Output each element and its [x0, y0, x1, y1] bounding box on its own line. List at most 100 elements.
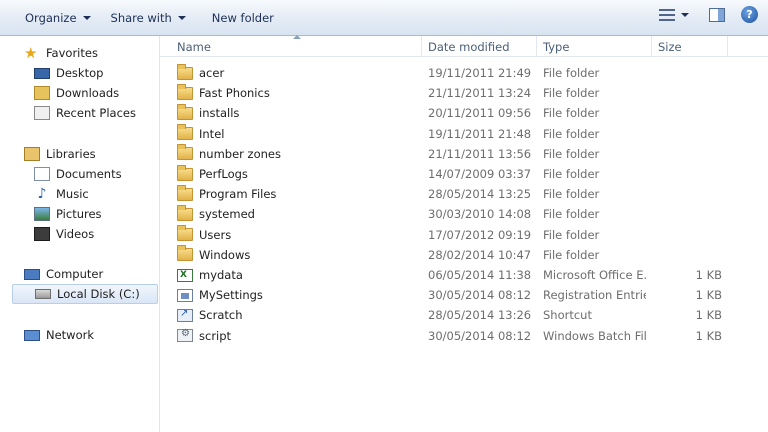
- file-row[interactable]: Windows 28/02/2014 10:47 File folder: [160, 245, 768, 265]
- nav-item-recent-places[interactable]: Recent Places: [34, 103, 159, 123]
- folder-icon: [177, 124, 193, 141]
- desktop-icon: [34, 67, 50, 79]
- column-name[interactable]: Name: [160, 36, 422, 57]
- excel-icon: [177, 268, 193, 282]
- preview-pane-icon[interactable]: [709, 7, 725, 22]
- file-row[interactable]: script 30/05/2014 08:12 Windows Batch File…: [160, 326, 768, 346]
- file-row[interactable]: installs 20/11/2011 09:56 File folder: [160, 103, 768, 123]
- nav-item-local-disk[interactable]: Local Disk (C:): [12, 284, 158, 304]
- file-name-cell: acer: [177, 63, 224, 80]
- nav-item-music[interactable]: ♪ Music: [34, 184, 159, 204]
- file-row[interactable]: Program Files 28/05/2014 13:25 File folder: [160, 184, 768, 204]
- file-date: 21/11/2011 13:24: [428, 86, 532, 101]
- file-date: 06/05/2014 11:38: [428, 268, 532, 282]
- organize-label: Organize: [25, 10, 77, 25]
- documents-icon: [34, 167, 50, 181]
- column-date-modified[interactable]: Date modified: [422, 36, 537, 57]
- nav-item-desktop[interactable]: Desktop: [34, 63, 159, 83]
- file-row[interactable]: Scratch 28/05/2014 13:26 Shortcut 1 KB: [160, 305, 768, 325]
- file-date: 14/07/2009 03:37: [428, 167, 532, 181]
- file-type: Registration Entries: [543, 288, 646, 303]
- file-row[interactable]: Users 17/07/2012 09:19 File folder: [160, 225, 768, 245]
- file-name-cell: Fast Phonics: [177, 83, 270, 100]
- file-name-cell: MySettings: [177, 288, 263, 302]
- folder-icon: [177, 245, 193, 262]
- file-size: 1 KB: [695, 328, 722, 343]
- file-row[interactable]: Fast Phonics 21/11/2011 13:24 File folder: [160, 83, 768, 103]
- file-type: Windows Batch File: [543, 328, 646, 343]
- file-size: 1 KB: [695, 308, 722, 323]
- folder-icon: [177, 164, 193, 181]
- file-date: 30/05/2014 08:12: [428, 328, 532, 343]
- folder-icon: [177, 225, 193, 242]
- file-name-cell: Scratch: [177, 308, 243, 322]
- share-with-button[interactable]: Share with: [103, 6, 194, 30]
- shortcut-icon: [177, 308, 193, 322]
- videos-icon: [34, 227, 50, 241]
- folder-icon: [177, 63, 193, 80]
- file-date: 19/11/2011 21:49: [428, 66, 532, 80]
- chevron-down-icon: [177, 15, 186, 20]
- bat-icon: [177, 328, 193, 343]
- file-name: mydata: [199, 268, 243, 282]
- nav-label: Favorites: [46, 46, 98, 60]
- column-size[interactable]: Size: [652, 36, 728, 57]
- file-date: 28/05/2014 13:26: [428, 308, 532, 323]
- chevron-down-icon[interactable]: [681, 12, 689, 17]
- file-row[interactable]: MySettings 30/05/2014 08:12 Registration E…: [160, 285, 768, 305]
- file-size: 1 KB: [695, 288, 722, 303]
- computer-icon: [24, 268, 40, 280]
- file-row[interactable]: PerfLogs 14/07/2009 03:37 File folder: [160, 164, 768, 184]
- file-name: systemed: [199, 207, 255, 222]
- file-date: 30/03/2010 14:08: [428, 207, 532, 222]
- nav-item-documents[interactable]: Documents: [34, 164, 159, 184]
- file-row[interactable]: number zones 21/11/2011 13:56 File folder: [160, 144, 768, 164]
- nav-label: Local Disk (C:): [57, 287, 140, 301]
- file-row[interactable]: systemed 30/03/2010 14:08 File folder: [160, 204, 768, 224]
- folder-icon: [177, 83, 193, 100]
- file-date: 19/11/2011 21:48: [428, 126, 532, 141]
- organize-button[interactable]: Organize: [17, 6, 99, 30]
- file-date: 28/05/2014 13:25: [428, 187, 532, 202]
- file-date: 30/05/2014 08:12: [428, 288, 532, 303]
- folder-icon: [177, 144, 193, 161]
- libraries-icon: [24, 147, 40, 161]
- file-row[interactable]: mydata 06/05/2014 11:38 Microsoft Office E…: [160, 265, 768, 285]
- file-type: File folder: [543, 247, 600, 262]
- nav-item-downloads[interactable]: Downloads: [34, 83, 159, 103]
- file-name-cell: script: [177, 328, 232, 343]
- nav-label: Videos: [56, 227, 95, 241]
- file-row[interactable]: Intel 19/11/2011 21:48 File folder: [160, 124, 768, 144]
- file-name: Intel: [199, 126, 225, 141]
- file-date: 21/11/2011 13:56: [428, 146, 532, 161]
- nav-item-pictures[interactable]: Pictures: [34, 204, 159, 224]
- file-name-cell: Users: [177, 225, 231, 242]
- nav-label: Desktop: [56, 66, 104, 80]
- change-view-icon[interactable]: [659, 8, 675, 22]
- chevron-down-icon: [82, 15, 91, 20]
- file-type: Shortcut: [543, 308, 592, 323]
- nav-item-network[interactable]: Network: [24, 325, 159, 345]
- downloads-icon: [34, 86, 50, 100]
- file-type: Microsoft Office E...: [543, 268, 646, 282]
- share-with-label: Share with: [110, 10, 172, 25]
- nav-item-videos[interactable]: Videos: [34, 224, 159, 244]
- column-type[interactable]: Type: [537, 36, 652, 57]
- help-icon[interactable]: ?: [741, 6, 758, 23]
- nav-item-computer[interactable]: Computer: [24, 264, 159, 284]
- column-header: Name Date modified Type Size: [160, 35, 768, 57]
- star-icon: ★: [24, 44, 38, 62]
- pictures-icon: [34, 207, 50, 221]
- nav-item-libraries[interactable]: Libraries: [24, 144, 159, 164]
- file-row[interactable]: acer 19/11/2011 21:49 File folder: [160, 63, 768, 83]
- file-name: script: [199, 328, 232, 343]
- nav-label: Documents: [56, 167, 122, 181]
- nav-item-favorites[interactable]: ★ Favorites: [24, 43, 159, 63]
- hard-disk-icon: [35, 289, 51, 299]
- nav-label: Libraries: [46, 147, 96, 161]
- recent-places-icon: [34, 106, 50, 120]
- nav-label: Recent Places: [56, 106, 136, 120]
- toolbar-right-group: ?: [659, 6, 758, 23]
- new-folder-button[interactable]: New folder: [204, 6, 282, 30]
- nav-label: Music: [56, 187, 89, 201]
